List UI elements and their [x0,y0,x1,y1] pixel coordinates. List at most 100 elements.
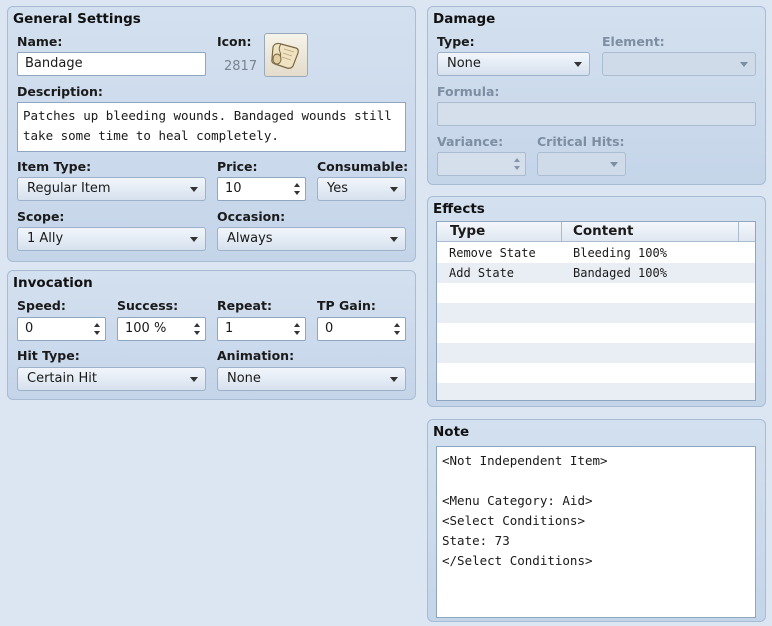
effects-column-content[interactable]: Content [573,223,633,239]
icon-index: 2817 [224,59,258,74]
success-spinner[interactable]: 100 % [117,317,206,341]
occasion-value: Always [227,231,273,246]
spin-up-icon[interactable] [194,323,200,327]
repeat-spinner[interactable]: 1 [217,317,306,341]
icon-label: Icon: [217,34,252,49]
tp-gain-label: TP Gain: [317,298,376,313]
tp-gain-value: 0 [325,321,334,336]
description-textarea[interactable]: Patches up bleeding wounds. Bandaged wou… [17,102,406,152]
effect-type: Remove State [449,246,536,260]
scope-select[interactable]: 1 Ally [17,227,206,251]
element-select[interactable] [602,52,756,76]
table-row[interactable]: Add State Bandaged 100% [437,263,755,283]
damage-type-value: None [447,56,481,71]
chevron-down-icon [740,62,748,67]
spin-up-icon[interactable] [294,183,300,187]
success-value: 100 % [125,321,167,336]
occasion-select[interactable]: Always [217,227,406,251]
critical-hits-label: Critical Hits: [537,134,625,149]
element-label: Element: [602,34,665,49]
formula-input[interactable] [437,102,756,126]
critical-hits-select[interactable] [537,152,626,176]
chevron-down-icon [574,62,582,67]
spin-down-icon[interactable] [514,166,520,170]
invocation-panel: Invocation Speed: 0 Success: 100 % Repea… [7,270,416,400]
effects-title: Effects [433,201,485,217]
variance-label: Variance: [437,134,504,149]
effect-content: Bleeding 100% [573,246,667,260]
damage-type-select[interactable]: None [437,52,590,76]
price-label: Price: [217,159,258,174]
spin-up-icon[interactable] [394,323,400,327]
general-settings-panel: General Settings Name: Bandage Icon: 281… [7,6,416,262]
consumable-value: Yes [327,181,348,196]
formula-label: Formula: [437,84,500,99]
empty-row[interactable] [437,343,755,363]
general-settings-title: General Settings [13,11,141,27]
speed-spinner[interactable]: 0 [17,317,106,341]
animation-select[interactable]: None [217,367,406,391]
effect-content: Bandaged 100% [573,266,667,280]
hit-type-select[interactable]: Certain Hit [17,367,206,391]
item-type-label: Item Type: [17,159,92,174]
spin-down-icon[interactable] [94,331,100,335]
speed-label: Speed: [17,298,66,313]
spin-up-icon[interactable] [294,323,300,327]
spin-down-icon[interactable] [194,331,200,335]
column-divider [738,222,739,242]
spin-up-icon[interactable] [94,323,100,327]
effect-type: Add State [449,266,515,280]
damage-panel: Damage Type: None Element: Formula: Vari… [427,6,766,185]
damage-type-label: Type: [437,34,475,49]
invocation-title: Invocation [13,275,93,291]
speed-value: 0 [25,321,34,336]
empty-row[interactable] [437,383,755,400]
chevron-down-icon [190,237,198,242]
spin-down-icon[interactable] [294,331,300,335]
description-label: Description: [17,84,103,99]
empty-row[interactable] [437,363,755,383]
icon-picker-button[interactable] [264,33,308,77]
scope-label: Scope: [17,209,65,224]
effects-header: Type Content [437,222,755,242]
occasion-label: Occasion: [217,209,286,224]
tp-gain-spinner[interactable]: 0 [317,317,406,341]
hit-type-label: Hit Type: [17,348,80,363]
table-row[interactable]: Remove State Bleeding 100% [437,243,755,263]
scroll-icon [271,42,299,69]
success-label: Success: [117,298,179,313]
variance-spinner[interactable] [437,152,526,176]
empty-row[interactable] [437,323,755,343]
hit-type-value: Certain Hit [27,371,97,386]
note-title: Note [433,424,470,440]
price-spinner[interactable]: 10 [217,177,306,201]
column-divider [561,222,562,242]
chevron-down-icon [390,187,398,192]
effects-column-type[interactable]: Type [450,223,485,239]
consumable-select[interactable]: Yes [317,177,406,201]
effects-list[interactable]: Type Content Remove State Bleeding 100% … [436,221,756,401]
spin-down-icon[interactable] [294,191,300,195]
chevron-down-icon [190,187,198,192]
consumable-label: Consumable: [317,159,409,174]
animation-value: None [227,371,261,386]
spin-up-icon[interactable] [514,158,520,162]
name-input[interactable]: Bandage [17,52,206,76]
name-label: Name: [17,34,63,49]
empty-row[interactable] [437,283,755,303]
damage-title: Damage [433,11,496,27]
chevron-down-icon [610,162,618,167]
item-type-value: Regular Item [27,181,111,196]
chevron-down-icon [390,377,398,382]
empty-row[interactable] [437,303,755,323]
note-textarea[interactable]: <Not Independent Item> <Menu Category: A… [436,446,756,618]
spin-down-icon[interactable] [394,331,400,335]
scope-value: 1 Ally [27,231,64,246]
price-value: 10 [225,181,242,196]
item-type-select[interactable]: Regular Item [17,177,206,201]
repeat-label: Repeat: [217,298,272,313]
chevron-down-icon [390,237,398,242]
repeat-value: 1 [225,321,234,336]
animation-label: Animation: [217,348,295,363]
chevron-down-icon [190,377,198,382]
